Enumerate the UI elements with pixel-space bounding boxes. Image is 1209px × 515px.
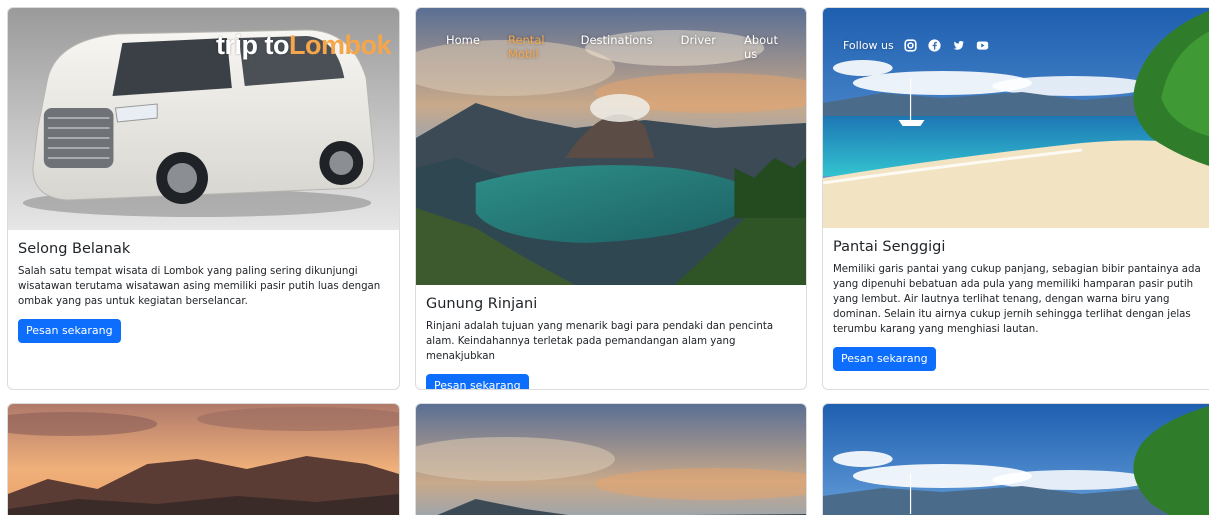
nav-item-rental-mobil[interactable]: Rental Mobil [508, 33, 553, 61]
brand-logo[interactable]: trip toLombok [216, 30, 391, 61]
brand-part2: Lombok [288, 30, 392, 60]
nav-item-destinations[interactable]: Destinations [581, 33, 653, 61]
nav-item-about-us[interactable]: About us [744, 33, 778, 61]
brand-part1: trip to [216, 30, 289, 60]
facebook-icon[interactable] [928, 38, 942, 52]
card-image-sunset-hills [8, 404, 399, 515]
twitter-icon[interactable] [952, 38, 966, 52]
social-bar: Follow us [843, 38, 990, 52]
card-body: Gunung Rinjani Rinjani adalah tujuan yan… [426, 295, 796, 389]
card-image-beach-2 [823, 404, 1209, 515]
card-row2-1 [7, 403, 400, 515]
book-now-button[interactable]: Pesan sekarang [18, 319, 121, 343]
card-text: Salah satu tempat wisata di Lombok yang … [18, 266, 381, 307]
card-image-rinjani-2 [416, 404, 806, 515]
card-row2-2 [415, 403, 807, 515]
card-text: Memiliki garis pantai yang cukup panjang… [833, 264, 1201, 335]
page: trip toLombok Selong Belanak Salah satu … [0, 0, 1209, 515]
card-pantai-senggigi: Follow us Pantai Senggigi Memiliki garis… [822, 7, 1209, 390]
card-title: Pantai Senggigi [833, 239, 946, 255]
card-title: Gunung Rinjani [426, 296, 538, 312]
card-row2-3 [822, 403, 1209, 515]
nav-item-home[interactable]: Home [446, 33, 480, 61]
card-body: Selong Belanak Salah satu tempat wisata … [18, 240, 389, 343]
main-nav: Home Rental Mobil Destinations Driver Ab… [446, 33, 806, 61]
youtube-icon[interactable] [976, 38, 990, 52]
nav-item-driver[interactable]: Driver [681, 33, 716, 61]
card-selong-belanak: trip toLombok Selong Belanak Salah satu … [7, 7, 400, 390]
card-body: Pantai Senggigi Memiliki garis pantai ya… [833, 238, 1206, 371]
card-title: Selong Belanak [18, 241, 131, 257]
card-gunung-rinjani: Home Rental Mobil Destinations Driver Ab… [415, 7, 807, 390]
card-text: Rinjani adalah tujuan yang menarik bagi … [426, 321, 774, 362]
instagram-icon[interactable] [904, 38, 918, 52]
book-now-button[interactable]: Pesan sekarang [833, 347, 936, 371]
book-now-button[interactable]: Pesan sekarang [426, 374, 529, 389]
follow-us-label: Follow us [843, 38, 894, 52]
